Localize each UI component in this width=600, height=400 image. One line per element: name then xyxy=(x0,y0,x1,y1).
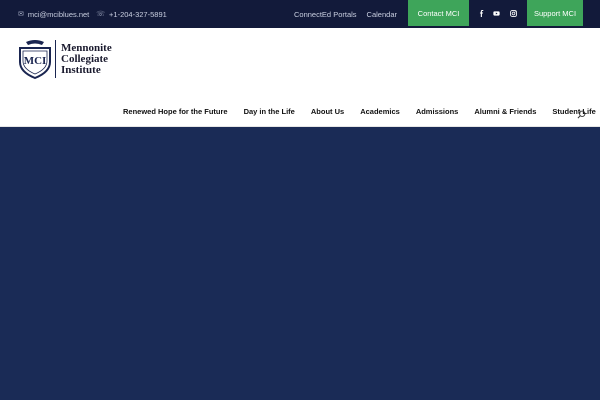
phone-link[interactable]: +1-204-327-5891 xyxy=(109,10,167,19)
nav-item-renewed-hope[interactable]: Renewed Hope for the Future xyxy=(123,107,228,116)
search-icon[interactable] xyxy=(577,106,586,119)
logo-wordmark: Mennonite Collegiate Institute xyxy=(61,41,112,76)
nav-item-day-in-the-life[interactable]: Day in the Life xyxy=(244,107,295,116)
mail-icon: ✉ xyxy=(18,11,24,18)
site-header: MCI Mennonite Collegiate Institute Renew… xyxy=(0,28,600,127)
logo-divider xyxy=(55,40,56,78)
nav-item-alumni-friends[interactable]: Alumni & Friends xyxy=(474,107,536,116)
main-nav: Renewed Hope for the Future Day in the L… xyxy=(123,105,600,117)
email-link[interactable]: mci@mciblues.net xyxy=(28,10,89,19)
instagram-icon[interactable] xyxy=(506,0,520,26)
top-utility-bar: ✉ mci@mciblues.net ☏ +1-204-327-5891 Con… xyxy=(0,0,600,28)
calendar-link[interactable]: Calendar xyxy=(367,10,397,19)
nav-item-about-us[interactable]: About Us xyxy=(311,107,344,116)
contact-info: ✉ mci@mciblues.net ☏ +1-204-327-5891 xyxy=(18,0,167,28)
crest-icon: MCI xyxy=(19,40,51,80)
nav-item-student-life[interactable]: Student Life xyxy=(552,107,595,116)
logo-line-2: Collegiate xyxy=(61,52,109,65)
facebook-icon[interactable] xyxy=(474,0,488,26)
nav-item-admissions[interactable]: Admissions xyxy=(416,107,459,116)
logo-line-1: Mennonite xyxy=(61,41,112,54)
nav-item-academics[interactable]: Academics xyxy=(360,107,400,116)
contact-mci-button[interactable]: Contact MCI xyxy=(408,0,469,26)
logo-line-3: Institute xyxy=(61,63,101,76)
hero-banner xyxy=(0,127,600,400)
support-mci-button[interactable]: Support MCI xyxy=(527,0,583,26)
phone-icon: ☏ xyxy=(96,11,106,18)
crest-letters: MCI xyxy=(24,55,47,67)
top-links: ConnectEd Portals Calendar xyxy=(294,0,397,28)
youtube-icon[interactable] xyxy=(489,0,503,26)
connected-portals-link[interactable]: ConnectEd Portals xyxy=(294,10,357,19)
site-logo[interactable]: MCI Mennonite Collegiate Institute xyxy=(18,36,128,82)
